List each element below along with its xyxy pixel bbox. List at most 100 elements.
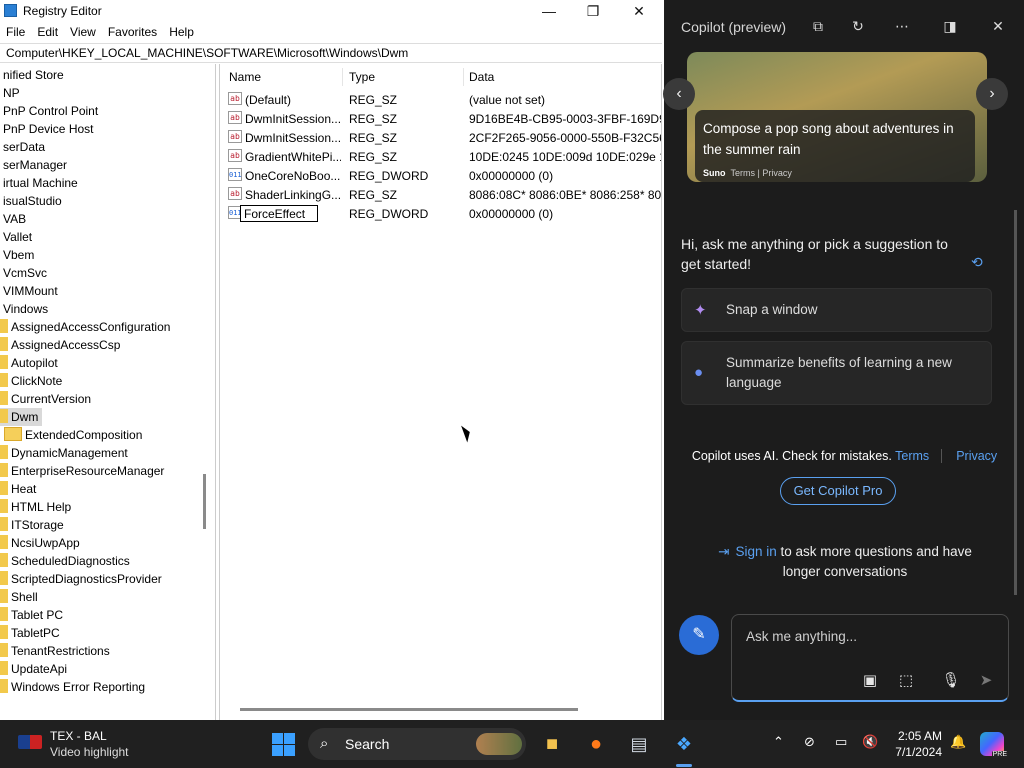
- rename-input[interactable]: ForceEffect: [240, 205, 318, 222]
- value-row[interactable]: ab DwmInitSession... REG_SZ 2CF2F265-905…: [220, 128, 661, 147]
- tree-node[interactable]: PnP Device Host: [3, 120, 94, 138]
- notifications-bell-icon[interactable]: 🔔: [950, 734, 966, 750]
- maximize-button[interactable]: ❐: [570, 0, 616, 22]
- tree-node[interactable]: serData: [3, 138, 45, 156]
- value-row[interactable]: ab ShaderLinkingG... REG_SZ 8086:08C* 80…: [220, 185, 661, 204]
- tree-node[interactable]: Vindows: [3, 300, 48, 318]
- carousel-prev-button[interactable]: ‹: [663, 78, 695, 110]
- clock[interactable]: 2:05 AM 7/1/2024: [888, 728, 942, 760]
- file-explorer-icon[interactable]: ■: [539, 731, 565, 757]
- privacy-link[interactable]: Privacy: [956, 449, 997, 463]
- tree-node[interactable]: Heat: [0, 480, 36, 498]
- notepad-icon[interactable]: ▤: [626, 731, 652, 757]
- tree-node[interactable]: Tablet PC: [0, 606, 63, 624]
- card-privacy-link[interactable]: Privacy: [762, 168, 792, 178]
- registry-editor-icon[interactable]: ❖: [671, 731, 697, 757]
- terms-link[interactable]: Terms: [895, 449, 929, 463]
- menu-favorites[interactable]: Favorites: [102, 22, 163, 42]
- column-divider[interactable]: [342, 68, 343, 86]
- refresh-icon[interactable]: ↻: [848, 16, 868, 36]
- carousel-next-button[interactable]: ›: [976, 78, 1008, 110]
- tree-node[interactable]: NP: [3, 84, 20, 102]
- suggestion-card[interactable]: Compose a pop song about adventures in t…: [687, 52, 987, 182]
- tree-node[interactable]: ExtendedComposition: [4, 426, 142, 444]
- minimize-button[interactable]: —: [526, 0, 572, 22]
- tree-node[interactable]: Vallet: [3, 228, 32, 246]
- value-row[interactable]: 011 OneCoreNoBoo... REG_DWORD 0x00000000…: [220, 166, 661, 185]
- tree-node[interactable]: VcmSvc: [3, 264, 47, 282]
- chat-input[interactable]: Ask me anything... ▣ ⬚ 🎙 ➤: [731, 614, 1009, 702]
- signin-link[interactable]: Sign in: [735, 544, 776, 559]
- values-horizontal-scrollbar[interactable]: [240, 708, 578, 711]
- tree-node[interactable]: NcsiUwpApp: [0, 534, 80, 552]
- get-copilot-pro-button[interactable]: Get Copilot Pro: [780, 477, 896, 505]
- address-bar[interactable]: Computer\HKEY_LOCAL_MACHINE\SOFTWARE\Mic…: [0, 43, 662, 63]
- tree-node[interactable]: Windows Error Reporting: [0, 678, 145, 696]
- tree-node[interactable]: TenantRestrictions: [0, 642, 110, 660]
- volume-muted-icon[interactable]: 🔇: [862, 734, 878, 750]
- tree-node[interactable]: irtual Machine: [3, 174, 78, 192]
- firefox-icon[interactable]: ●: [583, 731, 609, 757]
- screenshot-icon[interactable]: ⬚: [896, 671, 916, 691]
- microphone-icon[interactable]: 🎙: [941, 671, 961, 691]
- tree-node[interactable]: Vbem: [3, 246, 34, 264]
- menu-view[interactable]: View: [64, 22, 102, 42]
- value-data: 9D16BE4B-CB95-0003-3FBF-169D95C: [469, 112, 662, 126]
- tree-node[interactable]: UpdateApi: [0, 660, 67, 678]
- tree-node[interactable]: AssignedAccessCsp: [0, 336, 120, 354]
- dock-panel-icon[interactable]: ◨: [940, 16, 960, 36]
- tree-node[interactable]: Autopilot: [0, 354, 58, 372]
- tree-node[interactable]: EnterpriseResourceManager: [0, 462, 164, 480]
- tree-node[interactable]: isualStudio: [3, 192, 62, 210]
- menu-edit[interactable]: Edit: [31, 22, 64, 42]
- close-button[interactable]: ✕: [616, 0, 662, 22]
- copilot-taskbar-icon[interactable]: PRE: [980, 732, 1008, 758]
- tree-node[interactable]: HTML Help: [0, 498, 71, 516]
- open-external-icon[interactable]: ⧉: [808, 16, 828, 36]
- column-header-name[interactable]: Name: [229, 70, 261, 84]
- tree-node-selected[interactable]: Dwm: [0, 408, 42, 426]
- column-header-data[interactable]: Data: [469, 70, 494, 84]
- key-tree[interactable]: nified Store NP PnP Control Point PnP De…: [0, 64, 216, 720]
- folder-icon: [0, 589, 8, 603]
- copilot-scrollbar[interactable]: [1014, 210, 1017, 595]
- tree-node[interactable]: ITStorage: [0, 516, 64, 534]
- card-terms-link[interactable]: Terms: [731, 168, 756, 178]
- start-button[interactable]: [270, 731, 296, 757]
- network-disconnected-icon[interactable]: ⊘: [804, 734, 815, 750]
- tree-node[interactable]: AssignedAccessConfiguration: [0, 318, 170, 336]
- show-hidden-icons-icon[interactable]: ⌃: [773, 734, 784, 750]
- menu-help[interactable]: Help: [163, 22, 200, 42]
- send-icon[interactable]: ➤: [976, 671, 996, 691]
- tree-node[interactable]: ScheduledDiagnostics: [0, 552, 130, 570]
- taskbar-search[interactable]: ⌕ Search: [308, 728, 526, 760]
- tree-node[interactable]: DynamicManagement: [0, 444, 128, 462]
- display-icon[interactable]: ▭: [835, 734, 847, 750]
- menu-file[interactable]: File: [0, 22, 31, 42]
- tree-node[interactable]: ScriptedDiagnosticsProvider: [0, 570, 162, 588]
- tree-node[interactable]: TabletPC: [0, 624, 60, 642]
- refresh-suggestions-icon[interactable]: ⟲: [971, 254, 983, 271]
- chat-input-placeholder[interactable]: Ask me anything...: [746, 629, 857, 644]
- tree-node[interactable]: nified Store: [3, 66, 64, 84]
- suggestion-snap-window[interactable]: ✦ Snap a window: [681, 288, 992, 332]
- tree-node[interactable]: Shell: [0, 588, 38, 606]
- column-header-type[interactable]: Type: [349, 70, 375, 84]
- value-row[interactable]: ab (Default) REG_SZ (value not set): [220, 90, 661, 109]
- tree-node[interactable]: CurrentVersion: [0, 390, 91, 408]
- tree-vertical-scrollbar[interactable]: [203, 474, 206, 529]
- suggestion-summarize-language[interactable]: ● Summarize benefits of learning a new l…: [681, 341, 992, 405]
- new-topic-button[interactable]: ✎: [679, 615, 719, 655]
- column-divider[interactable]: [463, 68, 464, 86]
- add-image-icon[interactable]: ▣: [860, 671, 880, 691]
- tree-node[interactable]: PnP Control Point: [3, 102, 98, 120]
- tree-node[interactable]: VIMMount: [3, 282, 58, 300]
- value-row[interactable]: ab GradientWhitePi... REG_SZ 10DE:0245 1…: [220, 147, 661, 166]
- tree-node[interactable]: serManager: [3, 156, 67, 174]
- value-row[interactable]: ab DwmInitSession... REG_SZ 9D16BE4B-CB9…: [220, 109, 662, 128]
- tree-node[interactable]: ClickNote: [0, 372, 62, 390]
- tree-node[interactable]: VAB: [3, 210, 26, 228]
- close-panel-icon[interactable]: ✕: [988, 16, 1008, 36]
- more-options-icon[interactable]: ⋯: [892, 16, 912, 36]
- values-list[interactable]: Name Type Data ab (Default) REG_SZ (valu…: [219, 64, 662, 720]
